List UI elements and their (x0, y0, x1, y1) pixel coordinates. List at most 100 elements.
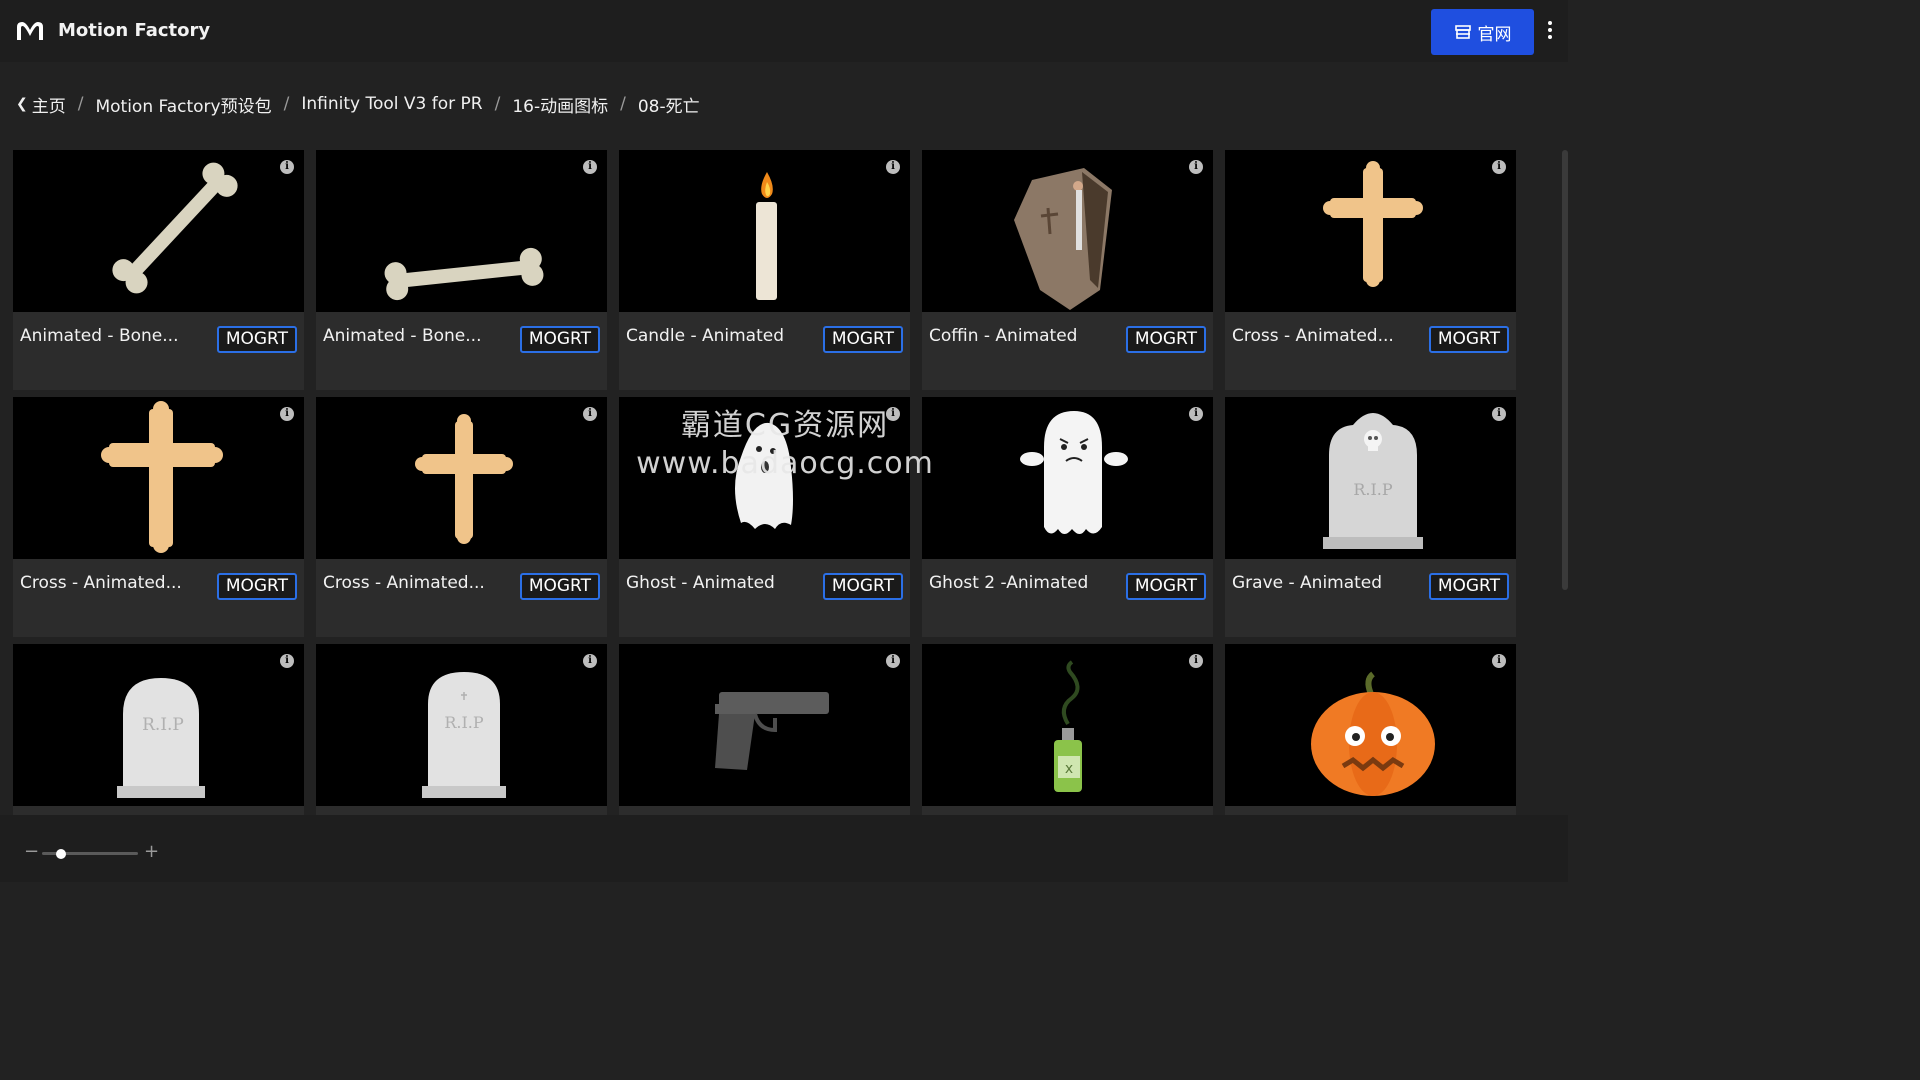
tombstone-rip-text: R.I.P (142, 715, 184, 735)
watermark-line2: www.badaocg.com (636, 446, 934, 481)
grave-icon: R.I.P (1323, 413, 1423, 549)
info-icon[interactable]: i (886, 160, 900, 174)
asset-title: Candle - Animated (626, 326, 784, 346)
asset-thumbnail[interactable]: i (619, 644, 910, 806)
asset-card[interactable]: i (619, 644, 910, 815)
asset-title: Ghost 2 -Animated (929, 573, 1089, 593)
candle-icon (756, 172, 777, 300)
angry-ghost-icon (1020, 411, 1128, 534)
mogrt-badge[interactable]: MOGRT (1125, 573, 1206, 600)
asset-thumbnail[interactable]: i (1225, 644, 1516, 806)
asset-thumbnail[interactable]: R.I.P i (13, 644, 304, 806)
info-icon[interactable]: i (1189, 407, 1203, 421)
breadcrumb-presets[interactable]: Motion Factory预设包 (95, 92, 271, 117)
asset-thumbnail[interactable]: i (922, 397, 1213, 559)
mogrt-badge[interactable]: MOGRT (822, 573, 903, 600)
info-icon[interactable]: i (1492, 407, 1506, 421)
info-icon[interactable]: i (1492, 654, 1506, 668)
poison-bottle-icon: x (1054, 660, 1082, 792)
asset-card[interactable]: i Cross - Animated... MOGRT (1225, 150, 1516, 390)
info-icon[interactable]: i (1189, 160, 1203, 174)
cross-icon (101, 401, 223, 553)
zoom-slider-handle[interactable] (56, 849, 67, 859)
breadcrumb-animated-icons[interactable]: 16-动画图标 (512, 92, 608, 117)
asset-card[interactable]: i Cross - Animated... MOGRT (316, 397, 607, 637)
motion-factory-logo-icon (17, 22, 43, 40)
info-icon[interactable]: i (280, 160, 294, 174)
scrollbar[interactable] (1562, 150, 1568, 590)
mogrt-badge[interactable]: MOGRT (216, 326, 297, 353)
asset-thumbnail[interactable]: i (13, 150, 304, 312)
tombstone-icon: R.I.P (117, 678, 205, 798)
asset-card[interactable]: i Candle - Animated MOGRT (619, 150, 910, 390)
bottom-bar: − + (0, 815, 1568, 882)
info-icon[interactable]: i (583, 654, 597, 668)
asset-card[interactable]: i Animated - Bone... MOGRT (13, 150, 304, 390)
info-icon[interactable]: i (583, 160, 597, 174)
asset-title: Coffin - Animated (929, 326, 1078, 346)
asset-card[interactable]: i (1225, 644, 1516, 815)
cross-icon (1323, 161, 1423, 287)
coffin-icon (1014, 168, 1112, 310)
asset-card[interactable]: x i (922, 644, 1213, 815)
asset-title: Cross - Animated... (323, 573, 485, 593)
asset-title: Animated - Bone... (323, 326, 482, 346)
mogrt-badge[interactable]: MOGRT (1428, 326, 1509, 353)
info-icon[interactable]: i (583, 407, 597, 421)
asset-thumbnail[interactable]: x i (922, 644, 1213, 806)
info-icon[interactable]: i (280, 654, 294, 668)
asset-thumbnail[interactable]: i (316, 397, 607, 559)
asset-card[interactable]: R.I.P i (13, 644, 304, 815)
mogrt-badge[interactable]: MOGRT (519, 326, 600, 353)
asset-card[interactable]: i Ghost 2 -Animated MOGRT (922, 397, 1213, 637)
asset-thumbnail[interactable]: i (619, 150, 910, 312)
svg-text:x: x (1065, 761, 1073, 777)
mogrt-badge[interactable]: MOGRT (1125, 326, 1206, 353)
breadcrumb-home[interactable]: 主页 (32, 92, 66, 117)
breadcrumb: ❮ 主页 / Motion Factory预设包 / Infinity Tool… (16, 92, 700, 117)
official-site-button[interactable]: 官网 (1431, 9, 1534, 55)
app-title: Motion Factory (58, 20, 211, 41)
asset-title: Cross - Animated... (1232, 326, 1394, 346)
zoom-in-icon[interactable]: + (144, 843, 159, 861)
asset-thumbnail[interactable]: R.I.P i (316, 644, 607, 806)
asset-title: Cross - Animated... (20, 573, 182, 593)
tombstone-rip-text: R.I.P (444, 713, 484, 732)
gun-icon (715, 692, 829, 770)
asset-title: Ghost - Animated (626, 573, 775, 593)
asset-card[interactable]: i Animated - Bone... MOGRT (316, 150, 607, 390)
pumpkin-icon (1311, 671, 1435, 796)
asset-title: Animated - Bone... (20, 326, 179, 346)
info-icon[interactable]: i (1189, 654, 1203, 668)
tombstone-icon: R.I.P (422, 672, 506, 798)
more-options-icon[interactable] (1540, 18, 1560, 46)
cross-icon (415, 414, 513, 544)
bone-icon (112, 162, 238, 294)
asset-card[interactable]: R.I.P i (316, 644, 607, 815)
asset-thumbnail[interactable]: i (1225, 150, 1516, 312)
asset-card[interactable]: R.I.P i Grave - Animated MOGRT (1225, 397, 1516, 637)
asset-thumbnail[interactable]: i (13, 397, 304, 559)
official-site-label: 官网 (1477, 24, 1512, 45)
asset-card[interactable]: i Coffin - Animated MOGRT (922, 150, 1213, 390)
info-icon[interactable]: i (1492, 160, 1506, 174)
mogrt-badge[interactable]: MOGRT (822, 326, 903, 353)
mogrt-badge[interactable]: MOGRT (1428, 573, 1509, 600)
breadcrumb-infinity-tool[interactable]: Infinity Tool V3 for PR (301, 94, 482, 114)
mogrt-badge[interactable]: MOGRT (519, 573, 600, 600)
top-bar: Motion Factory 官网 (0, 0, 1568, 62)
info-icon[interactable]: i (280, 407, 294, 421)
asset-thumbnail[interactable]: R.I.P i (1225, 397, 1516, 559)
mogrt-badge[interactable]: MOGRT (216, 573, 297, 600)
chevron-left-icon[interactable]: ❮ (16, 96, 28, 112)
watermark: 霸道CG资源网 www.badaocg.com (620, 400, 950, 481)
zoom-out-icon[interactable]: − (24, 843, 39, 861)
breadcrumb-death: 08-死亡 (637, 96, 700, 117)
asset-card[interactable]: i Cross - Animated... MOGRT (13, 397, 304, 637)
info-icon[interactable]: i (886, 654, 900, 668)
store-icon (1454, 25, 1471, 39)
bone-icon (384, 247, 544, 301)
asset-thumbnail[interactable]: i (316, 150, 607, 312)
grave-rip-text: R.I.P (1353, 480, 1393, 499)
asset-thumbnail[interactable]: i (922, 150, 1213, 312)
